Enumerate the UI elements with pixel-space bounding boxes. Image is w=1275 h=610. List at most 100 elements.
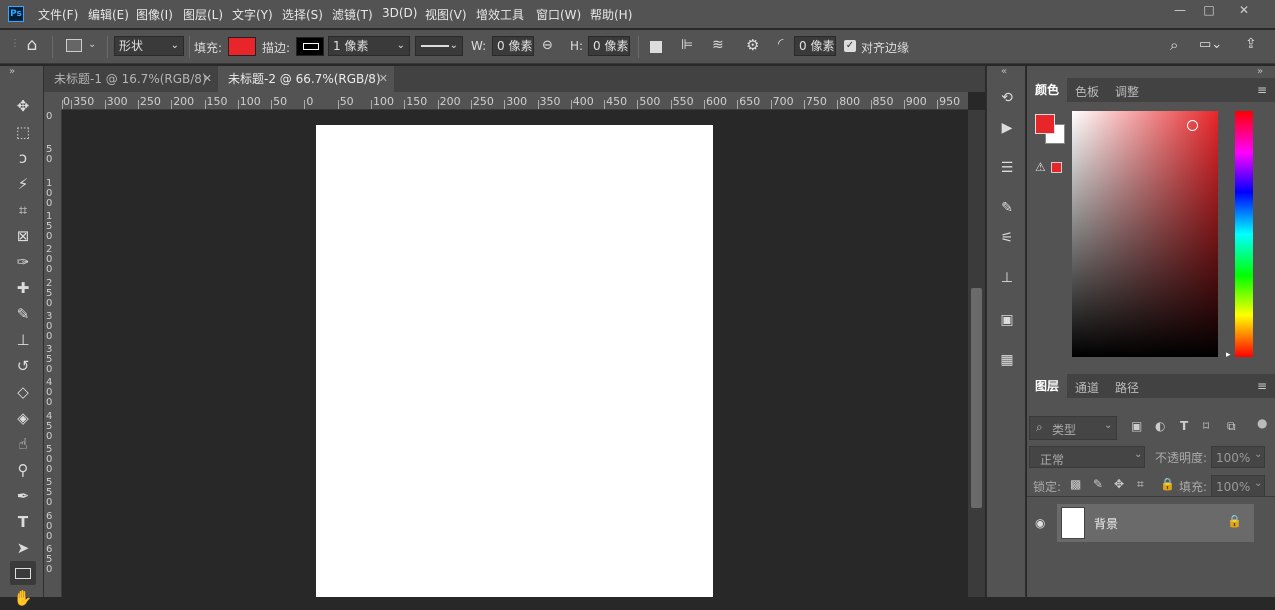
home-icon[interactable]: ⌂ [22, 35, 42, 57]
link-icon[interactable]: ⊖ [542, 38, 553, 53]
collapse-icon[interactable]: » [9, 66, 15, 77]
height-field[interactable]: 0 像素 [588, 36, 630, 56]
scrollbar-thumb[interactable] [971, 288, 982, 508]
color-picker-cursor[interactable] [1187, 120, 1198, 131]
opacity-field[interactable]: 100% ⌄ [1211, 446, 1265, 468]
corner-radius-field[interactable]: 0 像素 [794, 36, 836, 56]
tab-channels[interactable]: 通道 [1075, 379, 1099, 396]
blend-mode-select[interactable]: 正常 ⌄ [1029, 446, 1145, 468]
tab-layers[interactable]: 图层 [1027, 374, 1067, 398]
hue-slider-handle[interactable]: ▸ [1226, 350, 1231, 360]
document-canvas[interactable] [316, 125, 713, 597]
menu-type[interactable]: 文字(Y) [232, 6, 273, 23]
path-arrangement-icon[interactable]: ≋ [712, 37, 724, 53]
hue-slider[interactable] [1235, 111, 1253, 357]
tab-document-1[interactable]: 未标题-1 @ 16.7%(RGB/8) ✕ [44, 66, 218, 92]
magic-wand-tool-icon[interactable]: ⚡ [10, 172, 36, 196]
rectangle-tool-button[interactable] [10, 561, 36, 585]
collapse-icon[interactable]: « [1001, 66, 1007, 77]
out-of-gamut-swatch[interactable] [1051, 162, 1062, 173]
image-filter-icon[interactable]: ▣ [1131, 419, 1142, 433]
align-edges-checkbox[interactable]: ✓ [844, 40, 856, 52]
smart-object-filter-icon[interactable]: ⧉ [1227, 419, 1236, 434]
share-icon[interactable]: ⇪ [1245, 36, 1257, 52]
filter-toggle-icon[interactable]: ● [1257, 416, 1267, 430]
fill-swatch[interactable] [228, 37, 256, 56]
warning-icon[interactable]: ⚠ [1035, 160, 1046, 174]
type-tool-icon[interactable]: T [10, 510, 36, 534]
stamp-tool-icon[interactable]: ⊥ [10, 328, 36, 352]
width-field[interactable]: 0 像素 [492, 36, 534, 56]
minimize-button[interactable]: — [1166, 3, 1194, 19]
close-icon[interactable]: ✕ [203, 66, 212, 92]
path-selection-tool-icon[interactable]: ➤ [10, 536, 36, 560]
lock-icon[interactable]: 🔒 [1227, 514, 1242, 528]
search-icon[interactable]: ⌕ [1170, 36, 1178, 54]
adjustment-filter-icon[interactable]: ◐ [1155, 419, 1165, 433]
tab-adjustments[interactable]: 调整 [1115, 83, 1139, 100]
hand-tool-icon[interactable]: ✋ [10, 586, 36, 610]
menu-image[interactable]: 图像(I) [136, 6, 173, 23]
menu-filter[interactable]: 滤镜(T) [332, 6, 373, 23]
menu-window[interactable]: 窗口(W) [536, 6, 581, 23]
close-button[interactable]: ✕ [1230, 3, 1258, 19]
menu-3d[interactable]: 3D(D) [382, 6, 417, 20]
menu-file[interactable]: 文件(F) [38, 6, 78, 23]
paint-bucket-tool-icon[interactable]: ◈ [10, 406, 36, 430]
move-tool-icon[interactable]: ✥ [10, 94, 36, 118]
eraser-tool-icon[interactable]: ◇ [10, 380, 36, 404]
shape-filter-icon[interactable]: ⌑ [1203, 419, 1209, 433]
lock-position-icon[interactable]: ✥ [1114, 477, 1124, 491]
workspace-icon[interactable]: ▭⌄ [1199, 37, 1222, 52]
tool-mode-select[interactable]: 形状 ⌄ [114, 36, 184, 56]
gear-icon[interactable]: ⚙ [746, 36, 759, 54]
path-operations-icon[interactable] [650, 41, 662, 53]
frame-tool-icon[interactable]: ⊠ [10, 224, 36, 248]
eye-icon[interactable]: ◉ [1035, 516, 1045, 530]
menu-select[interactable]: 选择(S) [282, 6, 323, 23]
tab-paths[interactable]: 路径 [1115, 379, 1139, 396]
marquee-tool-icon[interactable]: ⬚ [10, 120, 36, 144]
tab-document-2[interactable]: 未标题-2 @ 66.7%(RGB/8) ✕ [218, 66, 394, 92]
menu-view[interactable]: 视图(V) [425, 6, 467, 23]
tab-color[interactable]: 颜色 [1027, 78, 1067, 102]
stroke-width-field[interactable]: 1 像素 ⌄ [328, 36, 410, 56]
collapse-icon[interactable]: » [1257, 66, 1263, 77]
menu-edit[interactable]: 编辑(E) [88, 6, 129, 23]
close-icon[interactable]: ✕ [379, 66, 388, 92]
gradients-panel-icon[interactable]: ▣ [995, 309, 1019, 331]
type-filter-icon[interactable]: T [1180, 419, 1188, 433]
patterns-panel-icon[interactable]: ▦ [995, 349, 1019, 371]
menu-layer[interactable]: 图层(L) [183, 6, 223, 23]
panel-menu-icon[interactable]: ≡ [1257, 379, 1267, 393]
path-alignment-icon[interactable]: ⊫ [681, 37, 693, 53]
dodge-tool-icon[interactable]: ⚲ [10, 458, 36, 482]
clone-source-panel-icon[interactable]: ⊥ [995, 267, 1019, 289]
tab-swatches[interactable]: 色板 [1075, 83, 1099, 100]
lock-pixels-icon[interactable]: ✎ [1093, 477, 1103, 491]
layer-filter-select[interactable]: ⌕ 类型 ⌄ [1029, 416, 1117, 440]
stroke-swatch[interactable] [296, 37, 324, 56]
lock-transparent-icon[interactable]: ▩ [1070, 477, 1081, 491]
shape-tool-preset-icon[interactable] [66, 39, 82, 52]
stroke-type-select[interactable]: ⌄ [415, 36, 463, 56]
brushes-panel-icon[interactable]: ⚟ [995, 227, 1019, 249]
smudge-tool-icon[interactable]: ☝ [10, 432, 36, 456]
maximize-button[interactable]: □ [1195, 3, 1223, 19]
lasso-tool-icon[interactable]: ↄ [10, 146, 36, 170]
history-brush-tool-icon[interactable]: ↺ [10, 354, 36, 378]
brush-tool-icon[interactable]: ✎ [10, 302, 36, 326]
foreground-color-chip[interactable] [1035, 114, 1055, 134]
pen-tool-icon[interactable]: ✒ [10, 484, 36, 508]
crop-tool-icon[interactable]: ⌗ [10, 198, 36, 222]
menu-help[interactable]: 帮助(H) [590, 6, 632, 23]
menu-plugins[interactable]: 增效工具 [476, 6, 524, 23]
layer-row-background[interactable]: 背景 🔒 [1057, 504, 1254, 542]
history-panel-icon[interactable]: ⟲ [995, 87, 1019, 109]
healing-brush-tool-icon[interactable]: ✚ [10, 276, 36, 300]
lock-artboard-icon[interactable]: ⌗ [1137, 477, 1144, 492]
chevron-down-icon[interactable]: ⌄ [88, 39, 96, 50]
actions-panel-icon[interactable]: ▶ [995, 117, 1019, 139]
brush-settings-panel-icon[interactable]: ✎ [995, 197, 1019, 219]
lock-all-icon[interactable]: 🔒 [1160, 477, 1175, 491]
